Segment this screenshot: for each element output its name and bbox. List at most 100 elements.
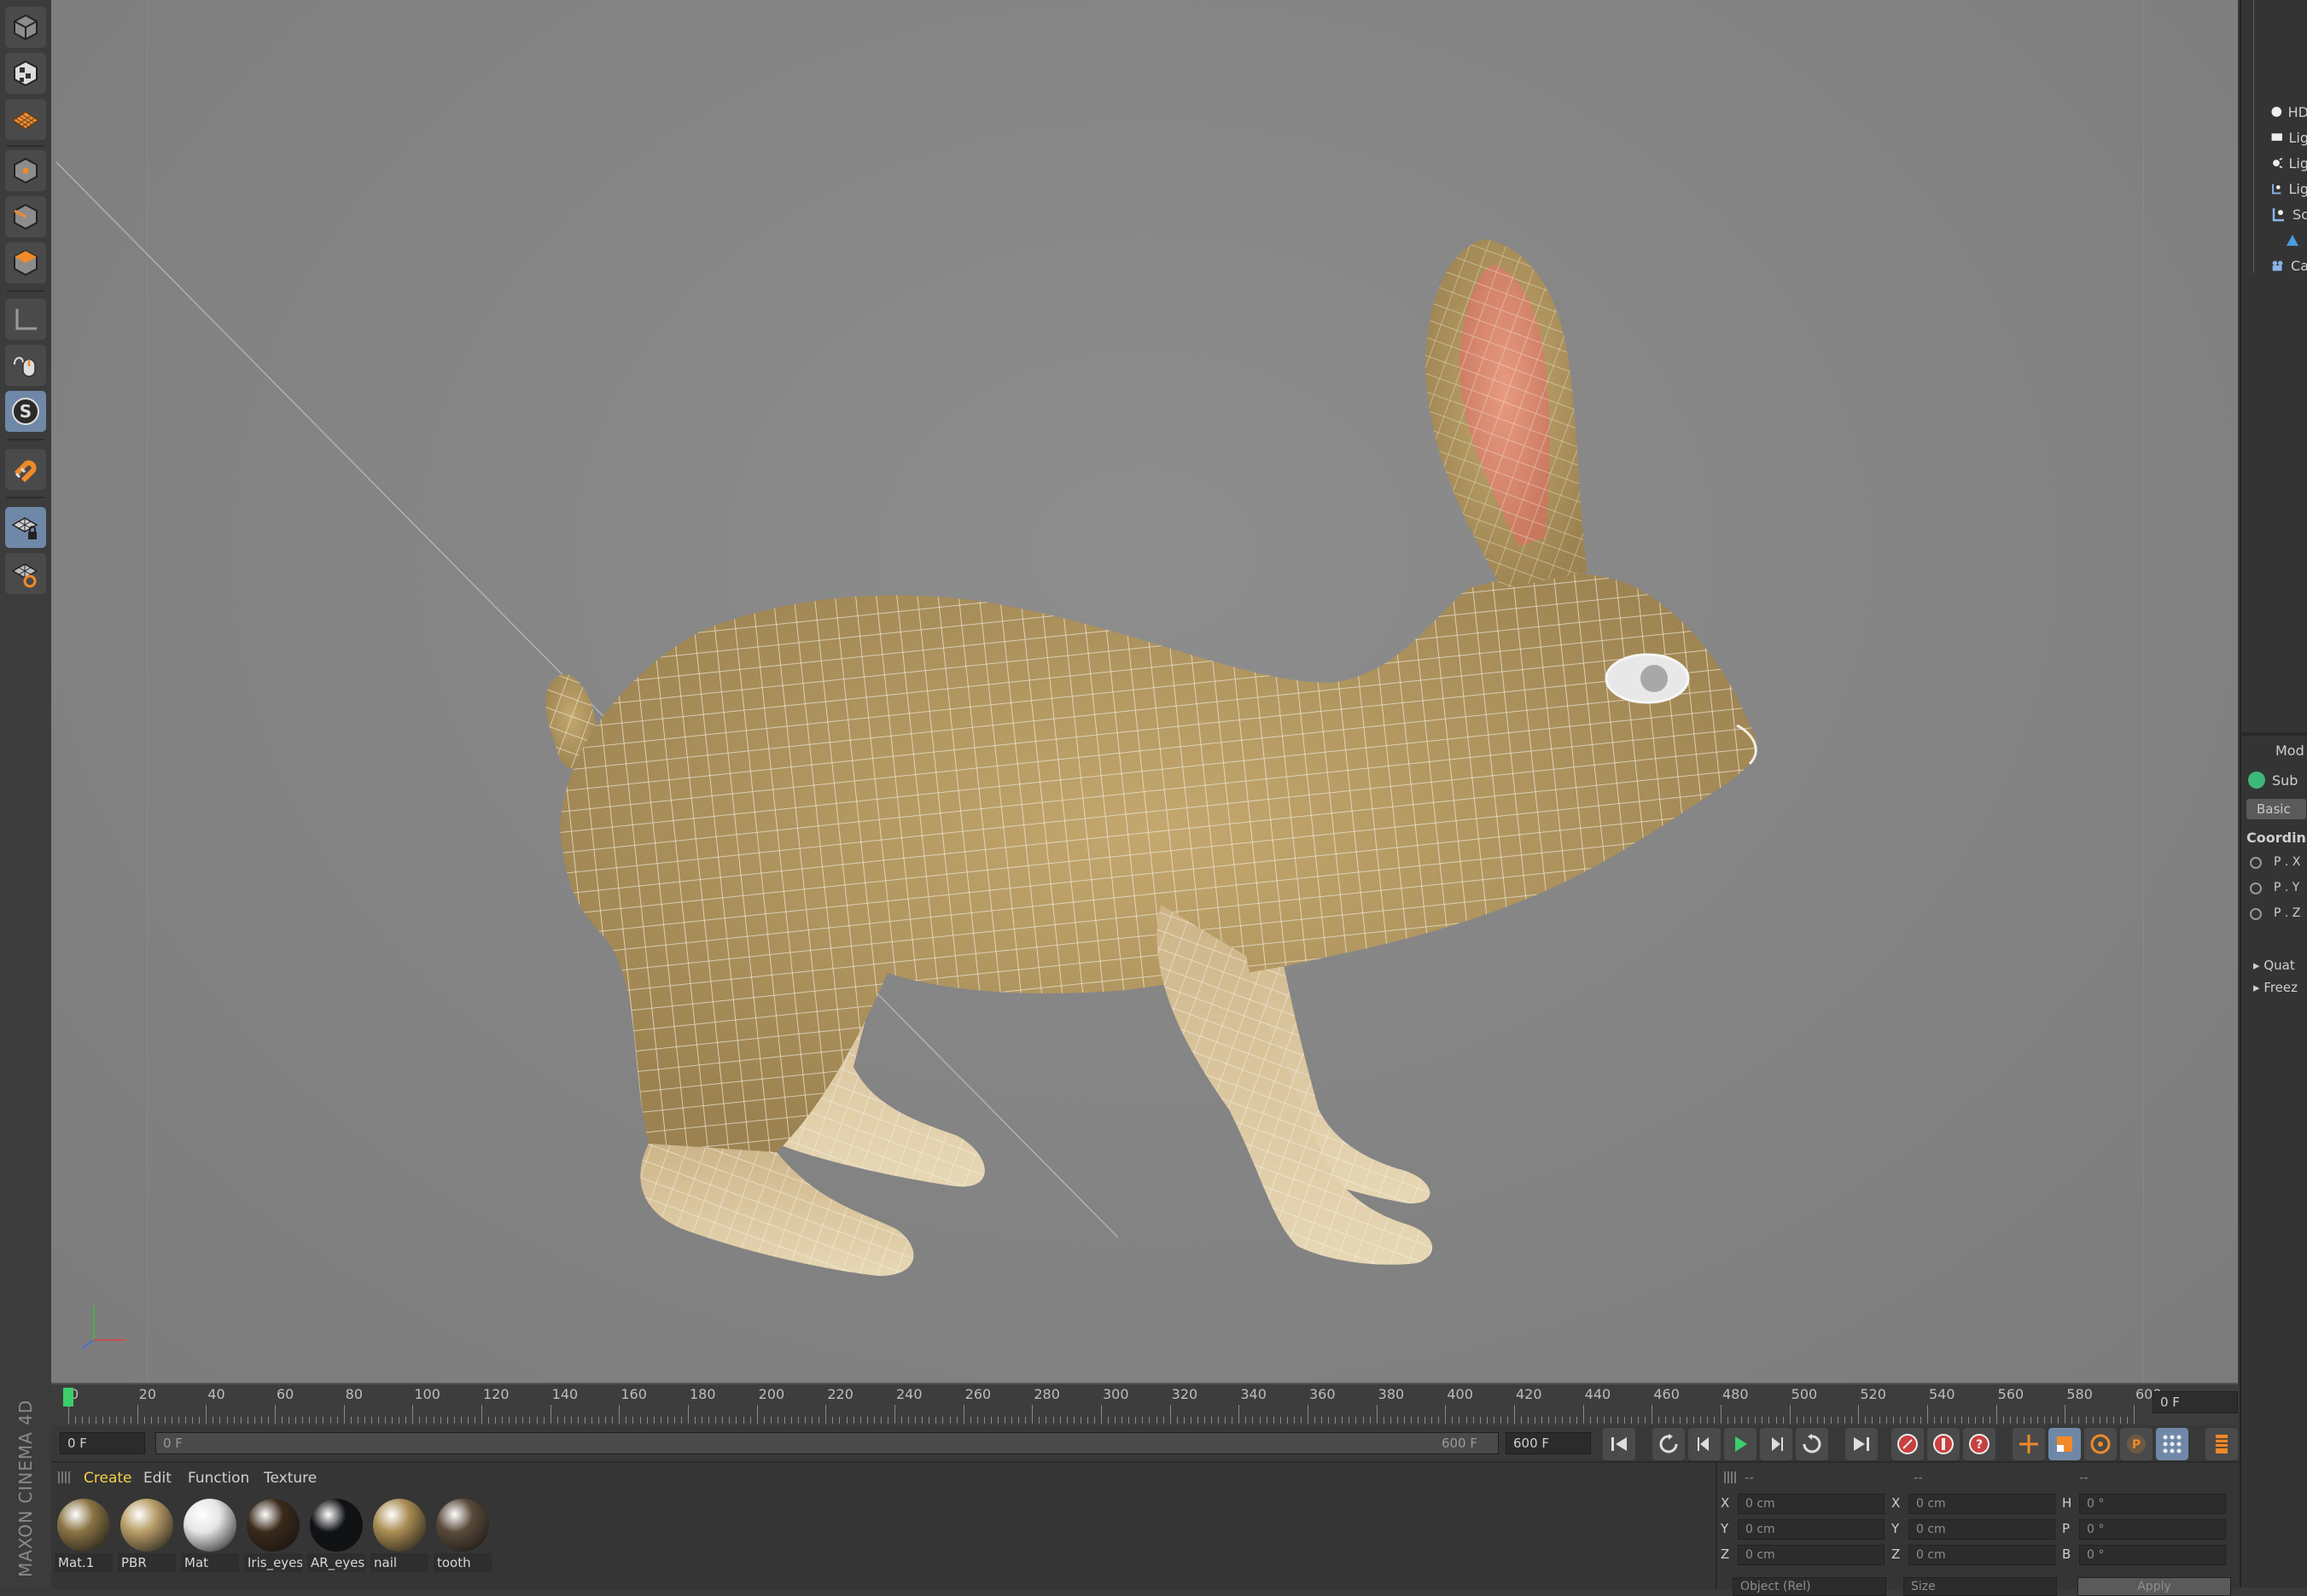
- timeline-minor-tick: [915, 1417, 917, 1424]
- coord-mode-dropdown[interactable]: Object (Rel): [1733, 1577, 1886, 1596]
- tab-basic[interactable]: Basic: [2246, 799, 2306, 819]
- menu-edit[interactable]: Edit: [143, 1470, 172, 1487]
- go-to-start-icon[interactable]: [1603, 1428, 1635, 1460]
- solo-icon[interactable]: S: [5, 391, 46, 432]
- edges-mode-icon[interactable]: [5, 196, 46, 237]
- timeline-minor-tick: [102, 1417, 104, 1424]
- timeline-minor-tick: [2119, 1417, 2121, 1424]
- timeline-minor-tick: [1617, 1417, 1618, 1424]
- timeline-minor-tick: [495, 1417, 497, 1424]
- object-row-light-3[interactable]: Lig: [2241, 178, 2307, 200]
- autokeying-icon[interactable]: [1927, 1428, 1960, 1460]
- keyframe-radio-px[interactable]: [2250, 857, 2262, 869]
- current-frame-field[interactable]: 0 F: [2153, 1391, 2238, 1413]
- timeline-minor-tick: [1775, 1417, 1777, 1424]
- record-active-objects-icon[interactable]: [1891, 1428, 1924, 1460]
- go-to-end-icon[interactable]: [1845, 1428, 1878, 1460]
- point-level-animation-icon[interactable]: [2156, 1428, 2188, 1460]
- sky-icon: [2271, 107, 2282, 117]
- timeline-minor-tick: [770, 1417, 772, 1424]
- timeline-ruler[interactable]: 0 20 40 60 80 100 120 140 160 180 200 220 240 260 280 3…: [51, 1384, 2238, 1425]
- menu-texture[interactable]: Texture: [264, 1470, 317, 1487]
- timeline-layout-icon[interactable]: [2205, 1428, 2238, 1460]
- frame-range-slider[interactable]: 0 F 600 F: [155, 1432, 1499, 1454]
- workplane-icon[interactable]: [5, 99, 46, 140]
- axis-mode-icon[interactable]: [5, 299, 46, 340]
- tweak-mode-icon[interactable]: [5, 345, 46, 386]
- object-row-joint[interactable]: [2241, 229, 2307, 251]
- timeline-minor-tick: [385, 1417, 387, 1424]
- coord-value-field[interactable]: 0 cm: [1908, 1494, 2055, 1514]
- next-frame-icon[interactable]: [1760, 1428, 1792, 1460]
- coord-value-field[interactable]: 0 °: [2079, 1494, 2226, 1514]
- material-swatch[interactable]: tooth: [434, 1497, 492, 1572]
- material-swatch[interactable]: Mat.1: [55, 1497, 113, 1572]
- play-icon[interactable]: [1724, 1428, 1756, 1460]
- timeline-minor-tick: [1500, 1417, 1501, 1424]
- menu-function[interactable]: Function: [188, 1470, 249, 1487]
- texture-mode-icon[interactable]: [5, 53, 46, 94]
- panel-grip-icon[interactable]: [58, 1471, 70, 1483]
- timeline-minor-tick: [1989, 1417, 1990, 1424]
- material-swatch[interactable]: nail: [370, 1497, 428, 1572]
- material-swatch[interactable]: PBR: [118, 1497, 176, 1572]
- workplane-lock-icon[interactable]: [5, 507, 46, 548]
- coord-value-field[interactable]: 0 cm: [1738, 1545, 1885, 1565]
- workplane-snap-icon[interactable]: [5, 553, 46, 594]
- keyframe-radio-py[interactable]: [2250, 882, 2262, 894]
- apply-button[interactable]: Apply: [2077, 1577, 2231, 1596]
- coord-value-field[interactable]: 0 cm: [1738, 1519, 1885, 1540]
- menu-create[interactable]: Create: [84, 1470, 132, 1487]
- object-row-light-2[interactable]: Lig: [2241, 152, 2307, 174]
- coord-value-field[interactable]: 0 °: [2079, 1519, 2226, 1540]
- material-swatch[interactable]: AR_eyes: [307, 1497, 365, 1572]
- expand-quat[interactable]: ▸ Quat: [2253, 958, 2295, 973]
- position-track-icon[interactable]: [2013, 1428, 2045, 1460]
- viewport[interactable]: [51, 0, 2238, 1384]
- object-row-sky[interactable]: HD: [2241, 101, 2307, 123]
- timeline-minor-tick: [1259, 1417, 1261, 1424]
- solo-glyph: S: [12, 398, 39, 425]
- coord-value-field[interactable]: 0 cm: [1908, 1519, 2055, 1540]
- timeline-minor-tick: [1396, 1417, 1398, 1424]
- object-row-light-1[interactable]: Lig: [2241, 126, 2307, 149]
- timeline-tick-label: 400: [1447, 1386, 1473, 1402]
- scale-track-icon[interactable]: [2048, 1428, 2081, 1460]
- object-row-camera[interactable]: Ca: [2241, 254, 2307, 277]
- parameter-track-icon[interactable]: P: [2120, 1428, 2153, 1460]
- timeline-major-tick: [894, 1405, 895, 1424]
- rotation-track-icon[interactable]: [2084, 1428, 2117, 1460]
- timeline-minor-tick: [460, 1417, 462, 1424]
- timeline-minor-tick: [1968, 1417, 1970, 1424]
- keyframe-radio-pz[interactable]: [2250, 908, 2262, 920]
- previous-frame-icon[interactable]: [1688, 1428, 1721, 1460]
- coord-value-field[interactable]: 0 °: [2079, 1545, 2226, 1565]
- timeline-minor-tick: [1906, 1417, 1908, 1424]
- coord-size-dropdown[interactable]: Size: [1903, 1577, 2057, 1596]
- material-swatch[interactable]: Iris_eyes: [244, 1497, 302, 1572]
- keyframe-selection-icon[interactable]: ?: [1963, 1428, 1995, 1460]
- polygons-mode-icon[interactable]: [5, 242, 46, 283]
- start-frame-field[interactable]: 0 F: [60, 1432, 145, 1454]
- model-mode-icon[interactable]: [5, 7, 46, 48]
- playhead[interactable]: [63, 1388, 73, 1407]
- material-manager: Create Edit Function Texture Mat.1 PBR Mat…: [51, 1461, 1716, 1589]
- timeline-minor-tick: [708, 1417, 710, 1424]
- timeline-major-tick: [1032, 1405, 1034, 1424]
- material-swatch[interactable]: Mat: [181, 1497, 239, 1572]
- coord-value-field[interactable]: 0 cm: [1738, 1494, 1885, 1514]
- next-key-icon[interactable]: [1796, 1428, 1828, 1460]
- coord-value-field[interactable]: 0 cm: [1908, 1545, 2055, 1565]
- points-mode-icon[interactable]: [5, 150, 46, 191]
- timeline-tick-label: 360: [1309, 1386, 1336, 1402]
- expand-freeze[interactable]: ▸ Freez: [2253, 980, 2298, 995]
- timeline-major-tick: [825, 1405, 827, 1424]
- timeline-minor-tick: [749, 1417, 751, 1424]
- previous-key-icon[interactable]: [1652, 1428, 1685, 1460]
- snap-magnet-icon[interactable]: [5, 449, 46, 490]
- object-row-null[interactable]: Sc: [2241, 203, 2307, 225]
- timeline-minor-tick: [1528, 1417, 1529, 1424]
- panel-grip-icon[interactable]: [1724, 1471, 1736, 1483]
- timeline-minor-tick: [1135, 1417, 1137, 1424]
- end-frame-field[interactable]: 600 F: [1506, 1432, 1591, 1454]
